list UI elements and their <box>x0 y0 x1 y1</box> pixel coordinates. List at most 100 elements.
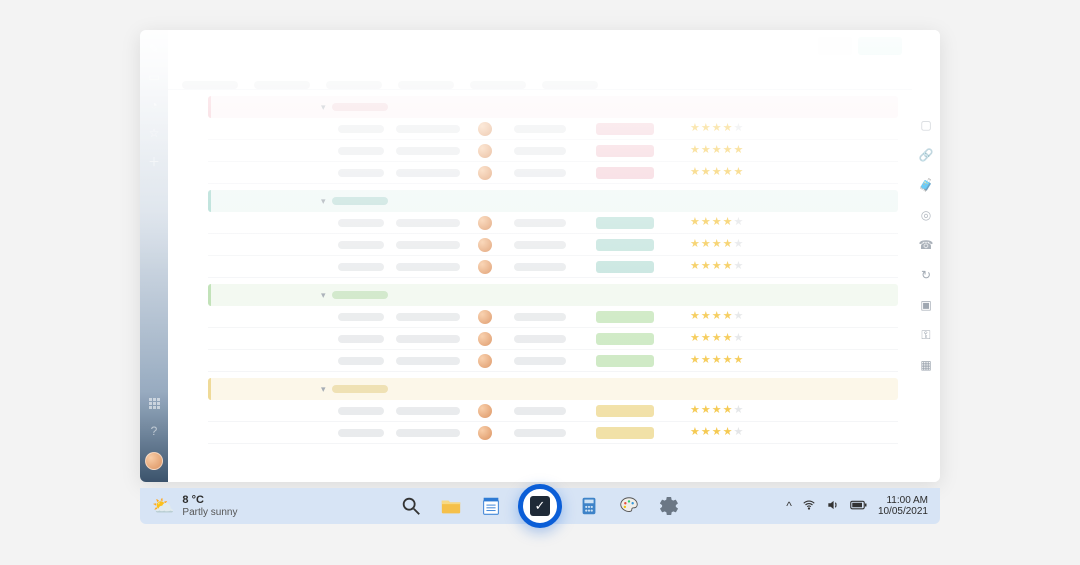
chevron-down-icon: ▾ <box>321 196 326 207</box>
avatar <box>478 122 492 136</box>
table-row[interactable]: ★★★★★ <box>208 140 898 162</box>
avatar[interactable] <box>145 452 163 470</box>
history-icon[interactable]: ↻ <box>919 268 933 282</box>
status-badge <box>596 145 654 157</box>
avatar <box>478 310 492 324</box>
clock-time: 11:00 AM <box>886 495 928 506</box>
wifi-icon[interactable] <box>802 498 816 515</box>
book-icon[interactable]: ▣ <box>919 298 933 312</box>
star-icon: ★ <box>690 167 700 178</box>
star-icon: ★ <box>712 261 722 272</box>
plus-icon[interactable]: ＋ <box>147 154 161 168</box>
tab[interactable] <box>470 81 526 89</box>
star-icon: ★ <box>734 239 744 250</box>
cell <box>338 407 384 415</box>
group-header[interactable]: ▾ <box>208 96 898 118</box>
cell <box>396 263 460 271</box>
tray-overflow-icon[interactable]: ^ <box>786 499 792 513</box>
sound-icon[interactable] <box>826 498 840 515</box>
calculator-icon[interactable] <box>576 493 602 519</box>
table-row[interactable]: ★★★★★ <box>208 118 898 140</box>
mail-icon[interactable]: ▭ <box>147 70 161 84</box>
phone-icon[interactable]: ☎ <box>919 238 933 252</box>
tab[interactable] <box>254 81 310 89</box>
tab[interactable] <box>326 81 382 89</box>
file-explorer-icon[interactable] <box>438 493 464 519</box>
tab[interactable] <box>182 81 238 89</box>
status-badge <box>596 123 654 135</box>
compose-icon[interactable]: ✎ <box>147 42 161 56</box>
briefcase-icon[interactable]: 🧳 <box>919 178 933 192</box>
status-badge <box>596 333 654 345</box>
star-icon: ★ <box>690 217 700 228</box>
link-icon[interactable]: 🔗 <box>919 148 933 162</box>
taskbar-apps: ✓ <box>398 484 682 528</box>
cell <box>514 219 566 227</box>
star-icon: ★ <box>701 311 711 322</box>
avatar <box>478 426 492 440</box>
avatar <box>478 144 492 158</box>
star-icon: ★ <box>734 145 744 156</box>
table-row[interactable]: ★★★★★ <box>208 256 898 278</box>
status-badge <box>596 261 654 273</box>
star-icon: ★ <box>701 405 711 416</box>
image-icon[interactable]: ▦ <box>919 358 933 372</box>
weather-desc: Partly sunny <box>182 507 237 518</box>
cell <box>338 241 384 249</box>
notes-icon[interactable] <box>478 493 504 519</box>
cell <box>514 169 566 177</box>
star-icon: ★ <box>734 427 744 438</box>
clock-icon[interactable]: ◔ <box>147 98 161 112</box>
search-icon[interactable] <box>398 493 424 519</box>
table-row[interactable]: ★★★★★ <box>208 212 898 234</box>
target-icon[interactable]: ◎ <box>919 208 933 222</box>
group-header[interactable]: ▾ <box>208 190 898 212</box>
app-content: ▾★★★★★★★★★★★★★★★▾★★★★★★★★★★★★★★★▾★★★★★★★… <box>168 90 912 482</box>
star-icon: ★ <box>723 167 733 178</box>
taskbar-clock[interactable]: 11:00 AM 10/05/2021 <box>878 495 928 517</box>
header-button-a[interactable] <box>818 37 852 55</box>
panel-icon[interactable]: ▢ <box>919 118 933 132</box>
star-icon[interactable]: ☆ <box>147 126 161 140</box>
paint-icon[interactable] <box>616 493 642 519</box>
taskbar-weather[interactable]: ⛅ 8 °C Partly sunny <box>152 494 237 517</box>
apps-icon[interactable] <box>147 396 161 410</box>
star-icon: ★ <box>734 355 744 366</box>
battery-icon[interactable] <box>850 499 868 514</box>
star-icon: ★ <box>690 311 700 322</box>
group-green: ▾★★★★★★★★★★★★★★★ <box>208 284 898 372</box>
check-icon: ✓ <box>530 496 550 516</box>
taskbar-tray: ^ 11:00 AM 10/05/2021 <box>786 495 928 517</box>
cell <box>396 429 460 437</box>
star-icon: ★ <box>701 145 711 156</box>
table-row[interactable]: ★★★★★ <box>208 234 898 256</box>
rating: ★★★★★ <box>690 145 743 156</box>
tab[interactable] <box>542 81 598 89</box>
group-header[interactable]: ▾ <box>208 378 898 400</box>
help-icon[interactable]: ? <box>147 424 161 438</box>
table-row[interactable]: ★★★★★ <box>208 306 898 328</box>
table-row[interactable]: ★★★★★ <box>208 162 898 184</box>
taskbar-active-app[interactable]: ✓ <box>518 484 562 528</box>
table-row[interactable]: ★★★★★ <box>208 400 898 422</box>
table-row[interactable]: ★★★★★ <box>208 350 898 372</box>
star-icon: ★ <box>723 355 733 366</box>
group-header[interactable]: ▾ <box>208 284 898 306</box>
key-icon[interactable]: ⚿ <box>919 328 933 342</box>
star-icon: ★ <box>690 123 700 134</box>
tab[interactable] <box>398 81 454 89</box>
rating: ★★★★★ <box>690 217 743 228</box>
table-row[interactable]: ★★★★★ <box>208 422 898 444</box>
star-icon: ★ <box>712 217 722 228</box>
star-icon: ★ <box>723 239 733 250</box>
star-icon: ★ <box>701 239 711 250</box>
star-icon: ★ <box>734 217 744 228</box>
settings-icon[interactable] <box>656 493 682 519</box>
star-icon: ★ <box>690 239 700 250</box>
cell <box>514 147 566 155</box>
table-row[interactable]: ★★★★★ <box>208 328 898 350</box>
app-tabs <box>168 62 912 90</box>
star-icon: ★ <box>690 355 700 366</box>
header-button-b[interactable] <box>858 37 902 55</box>
star-icon: ★ <box>690 427 700 438</box>
